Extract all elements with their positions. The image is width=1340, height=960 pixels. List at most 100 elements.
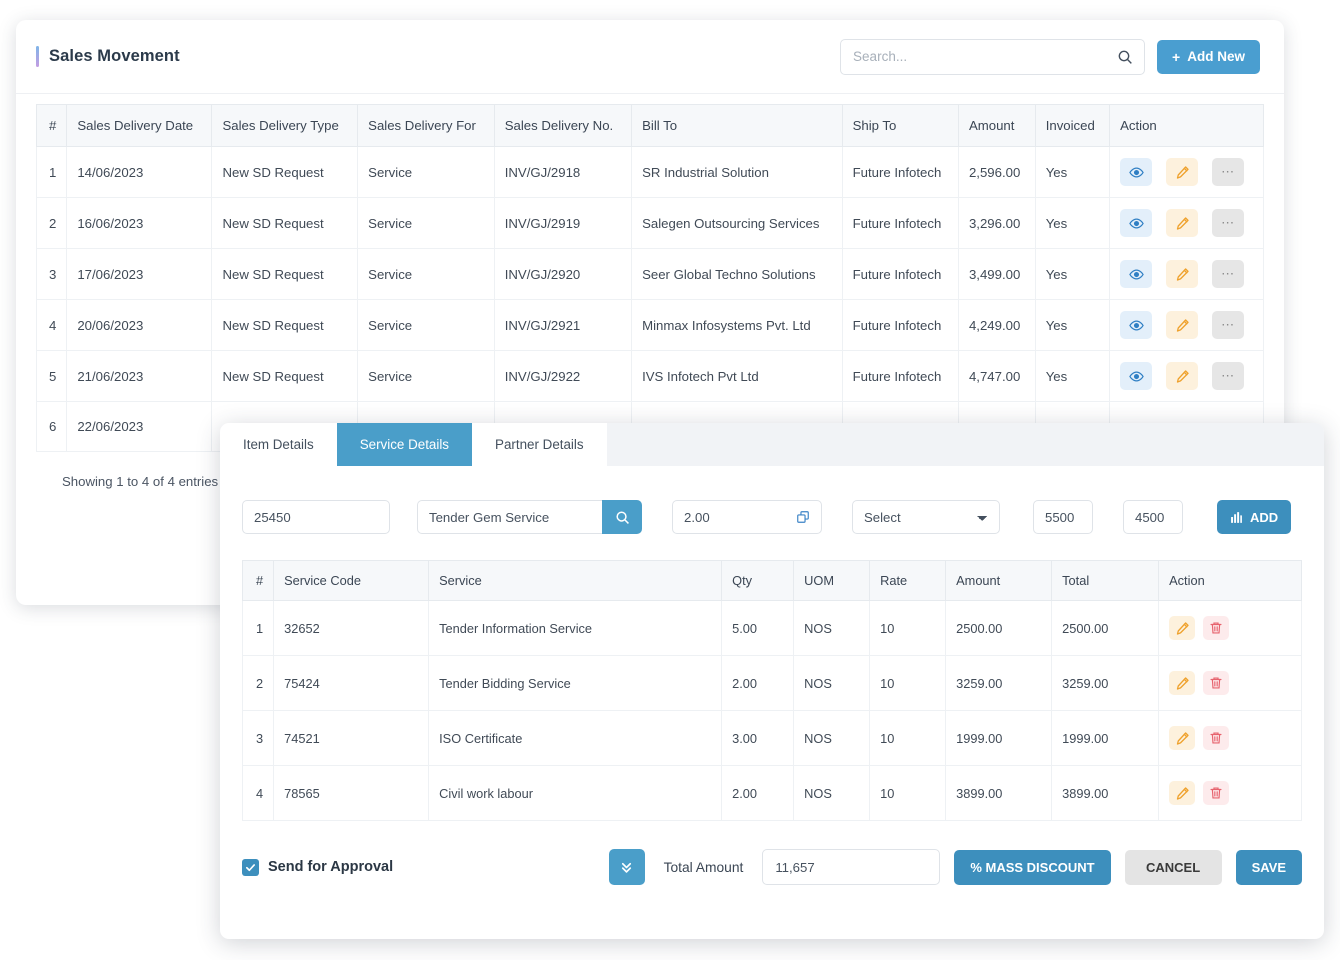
pencil-icon xyxy=(1175,216,1190,231)
cell-delivery-for: Service xyxy=(358,351,495,402)
table-row: 521/06/2023New SD RequestServiceINV/GJ/2… xyxy=(37,351,1264,402)
cell-delivery-no[interactable]: INV/GJ/2918 xyxy=(494,147,631,198)
service-table: # Service Code Service Qty UOM Rate Amou… xyxy=(242,560,1302,821)
cancel-button[interactable]: CANCEL xyxy=(1125,850,1222,885)
view-button[interactable] xyxy=(1120,362,1152,390)
table-row: 420/06/2023New SD RequestServiceINV/GJ/2… xyxy=(37,300,1264,351)
save-button[interactable]: SAVE xyxy=(1236,850,1302,885)
total-amount-label: Total Amount xyxy=(664,860,744,875)
edit-button[interactable] xyxy=(1169,726,1195,750)
add-new-button[interactable]: + Add New xyxy=(1157,40,1260,74)
cell-index: 5 xyxy=(37,351,67,402)
ellipsis-icon: ⋯ xyxy=(1221,215,1235,231)
cell-amount: 4,249.00 xyxy=(958,300,1035,351)
service-name-input[interactable]: Tender Gem Service xyxy=(417,500,602,534)
send-for-approval-checkbox[interactable]: Send for Approval xyxy=(242,859,393,876)
col-index: # xyxy=(37,105,67,147)
edit-button[interactable] xyxy=(1166,311,1198,339)
row-action-group xyxy=(1169,671,1291,695)
eye-icon xyxy=(1129,165,1144,180)
cell-delivery-no[interactable]: INV/GJ/2921 xyxy=(494,300,631,351)
eye-icon xyxy=(1129,369,1144,384)
col-action: Action xyxy=(1110,105,1264,147)
cell-delivery-no[interactable]: INV/GJ/2922 xyxy=(494,351,631,402)
view-button[interactable] xyxy=(1120,158,1152,186)
delete-button[interactable] xyxy=(1203,671,1229,695)
edit-button[interactable] xyxy=(1169,616,1195,640)
row-action-group xyxy=(1169,726,1291,750)
edit-button[interactable] xyxy=(1169,671,1195,695)
view-button[interactable] xyxy=(1120,260,1152,288)
cell-bill-to: Salegen Outsourcing Services xyxy=(632,198,842,249)
col-ship-to: Ship To xyxy=(842,105,958,147)
more-button[interactable]: ⋯ xyxy=(1212,260,1244,288)
cell-service-code[interactable]: 75424 xyxy=(274,656,429,711)
header-tools: + Add New xyxy=(840,39,1260,75)
cell-delivery-no[interactable]: INV/GJ/2919 xyxy=(494,198,631,249)
edit-button[interactable] xyxy=(1166,209,1198,237)
edit-button[interactable] xyxy=(1169,781,1195,805)
service-header-row: # Service Code Service Qty UOM Rate Amou… xyxy=(243,561,1302,601)
pencil-icon xyxy=(1175,165,1190,180)
col-delivery-no: Sales Delivery No. xyxy=(494,105,631,147)
more-button[interactable]: ⋯ xyxy=(1212,158,1244,186)
cell-uom: NOS xyxy=(794,601,870,656)
delete-button[interactable] xyxy=(1203,726,1229,750)
app-root: Sales Movement + Add New xyxy=(0,0,1340,960)
row-action-group: ⋯ xyxy=(1120,362,1253,390)
cell-delivery-date: 21/06/2023 xyxy=(67,351,212,402)
uom-select[interactable]: Select xyxy=(852,500,1000,534)
cell-service-code[interactable]: 32652 xyxy=(274,601,429,656)
search-icon[interactable] xyxy=(1117,49,1133,65)
row-action-group: ⋯ xyxy=(1120,311,1253,339)
service-details-modal: Item Details Service Details Partner Det… xyxy=(220,423,1324,939)
edit-button[interactable] xyxy=(1166,158,1198,186)
cell-bill-to: Seer Global Techno Solutions xyxy=(632,249,842,300)
expand-totals-button[interactable] xyxy=(609,849,645,885)
pencil-icon xyxy=(1175,369,1190,384)
edit-button[interactable] xyxy=(1166,362,1198,390)
search-icon xyxy=(615,510,630,525)
pencil-icon xyxy=(1175,731,1190,746)
more-button[interactable]: ⋯ xyxy=(1212,209,1244,237)
modal-tabstrip: Item Details Service Details Partner Det… xyxy=(220,423,1324,466)
total-amount-input[interactable]: 11,657 xyxy=(762,849,940,885)
search-input[interactable] xyxy=(841,40,1144,74)
view-button[interactable] xyxy=(1120,209,1152,237)
svc-col-total: Total xyxy=(1052,561,1159,601)
cell-delivery-for: Service xyxy=(358,198,495,249)
cell-bill-to: SR Industrial Solution xyxy=(632,147,842,198)
more-button[interactable]: ⋯ xyxy=(1212,362,1244,390)
delete-button[interactable] xyxy=(1203,781,1229,805)
row-action-group: ⋯ xyxy=(1120,260,1253,288)
delete-button[interactable] xyxy=(1203,616,1229,640)
cell-service-code[interactable]: 78565 xyxy=(274,766,429,821)
cell-delivery-no[interactable]: INV/GJ/2920 xyxy=(494,249,631,300)
service-search-button[interactable] xyxy=(602,500,642,534)
cell-ship-to: Future Infotech xyxy=(842,351,958,402)
tab-service-details[interactable]: Service Details xyxy=(337,423,472,466)
cell-rate: 10 xyxy=(870,656,946,711)
table-row: 275424Tender Bidding Service2.00NOS10325… xyxy=(243,656,1302,711)
more-button[interactable]: ⋯ xyxy=(1212,311,1244,339)
cell-delivery-date: 16/06/2023 xyxy=(67,198,212,249)
copy-icon[interactable] xyxy=(796,510,810,524)
mass-discount-button[interactable]: % MASS DISCOUNT xyxy=(954,850,1110,885)
cell-ship-to: Future Infotech xyxy=(842,198,958,249)
tab-item-details[interactable]: Item Details xyxy=(220,423,337,466)
amount-input[interactable]: 4500 xyxy=(1123,500,1183,534)
cell-uom: NOS xyxy=(794,656,870,711)
qty-input-wrap[interactable]: 2.00 xyxy=(672,500,822,534)
cell-index: 1 xyxy=(37,147,67,198)
rate-input[interactable]: 5500 xyxy=(1033,500,1093,534)
add-service-button[interactable]: ADD xyxy=(1217,500,1291,534)
edit-button[interactable] xyxy=(1166,260,1198,288)
eye-icon xyxy=(1129,267,1144,282)
send-for-approval-label: Send for Approval xyxy=(268,859,393,875)
row-action-group: ⋯ xyxy=(1120,209,1253,237)
service-code-input[interactable]: 25450 xyxy=(242,500,390,534)
cell-service-code[interactable]: 74521 xyxy=(274,711,429,766)
tab-partner-details[interactable]: Partner Details xyxy=(472,423,607,466)
view-button[interactable] xyxy=(1120,311,1152,339)
cell-ship-to: Future Infotech xyxy=(842,249,958,300)
